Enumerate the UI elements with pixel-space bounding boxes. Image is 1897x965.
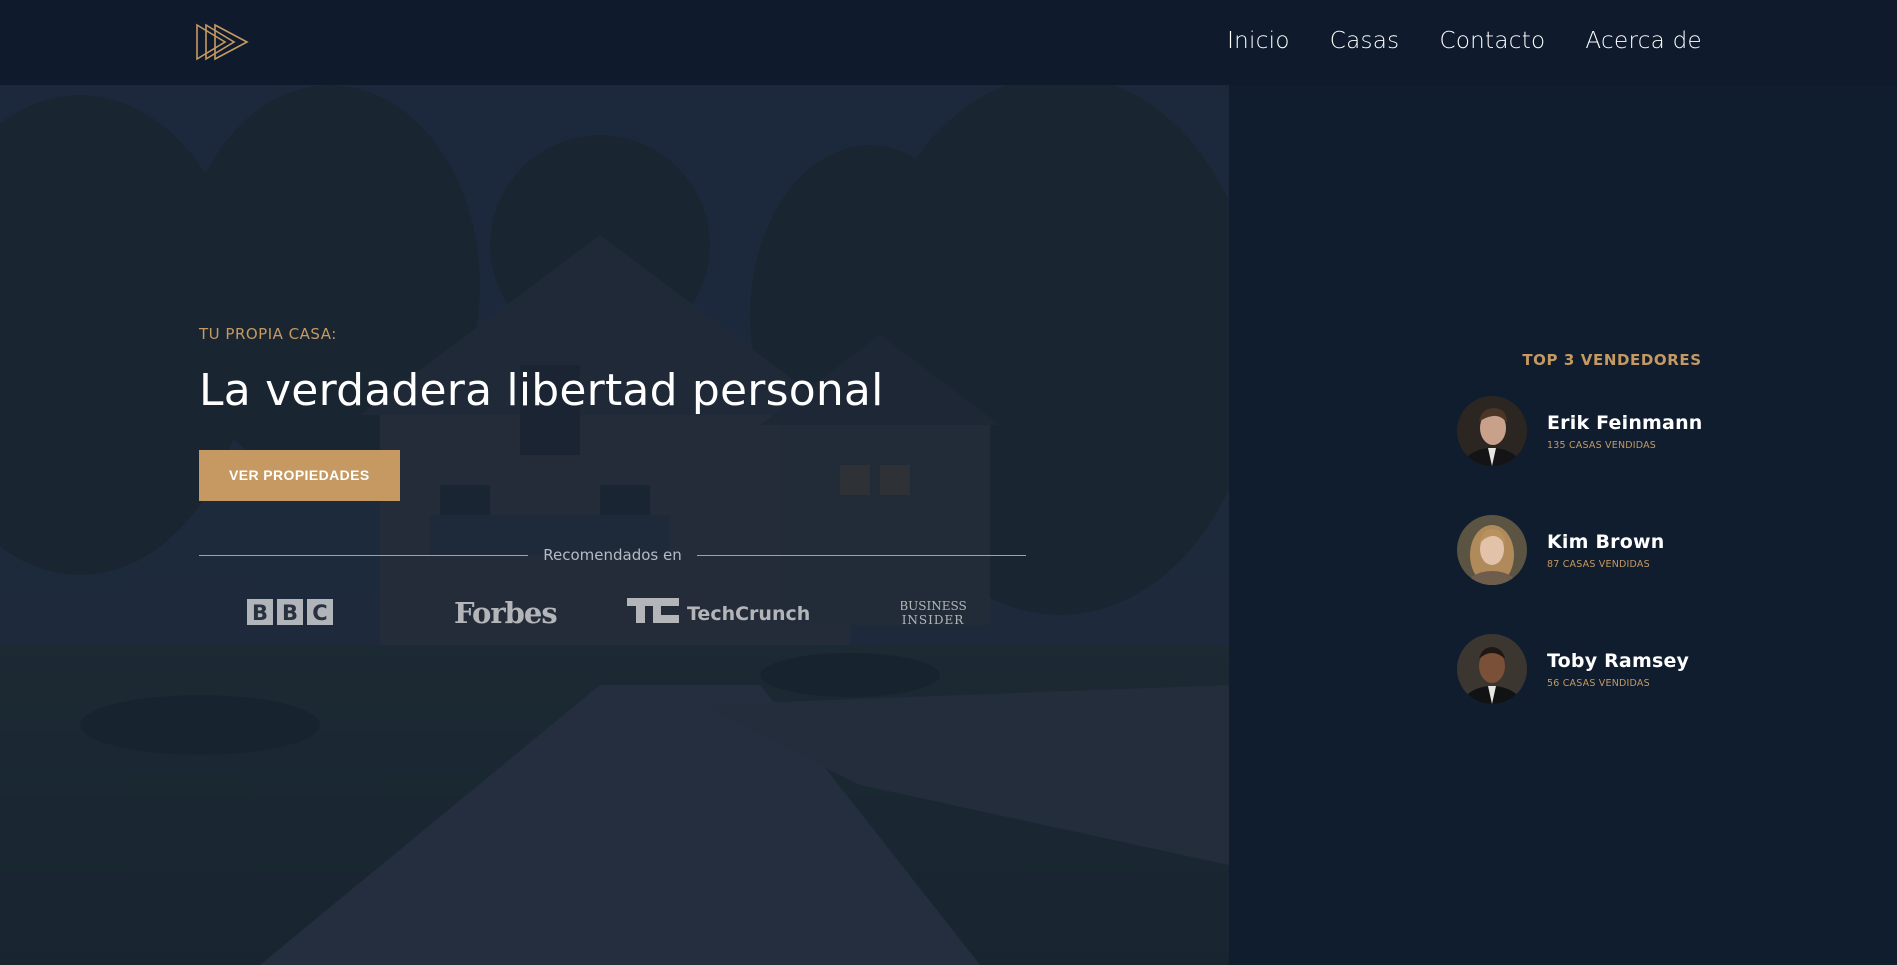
seller-info: Erik Feinmann 135 CASAS VENDIDAS bbox=[1547, 412, 1703, 451]
seller-avatar-kim bbox=[1457, 515, 1527, 585]
seller-sales: 135 CASAS VENDIDAS bbox=[1547, 439, 1657, 451]
recommended-label: Recomendados en bbox=[543, 546, 682, 564]
seller-card[interactable]: Toby Ramsey 56 CASAS VENDIDAS bbox=[1457, 633, 1757, 705]
bbc-logo-icon: B B C bbox=[247, 599, 333, 625]
svg-text:B: B bbox=[282, 601, 298, 625]
hero-content: TU PROPIA CASA: La verdadera libertad pe… bbox=[199, 325, 1029, 631]
hero-section: TU PROPIA CASA: La verdadera libertad pe… bbox=[0, 85, 1229, 965]
seller-info: Kim Brown 87 CASAS VENDIDAS bbox=[1547, 531, 1664, 570]
seller-avatar-erik bbox=[1457, 396, 1527, 466]
nav-link-casas[interactable]: Casas bbox=[1330, 28, 1400, 54]
seller-info: Toby Ramsey 56 CASAS VENDIDAS bbox=[1547, 650, 1689, 689]
top-navbar: Inicio Casas Contacto Acerca de bbox=[0, 0, 1897, 85]
hero-eyebrow: TU PROPIA CASA: bbox=[199, 325, 337, 343]
top-sellers-sidebar: TOP 3 VENDEDORES Erik Feinmann 135 CASAS… bbox=[1229, 85, 1897, 965]
seller-sales: 87 CASAS VENDIDAS bbox=[1547, 558, 1650, 570]
business-insider-logo-icon: BUSINESS INSIDER bbox=[901, 599, 967, 627]
techcrunch-logo-icon: TechCrunch bbox=[627, 598, 810, 625]
nav-link-contacto[interactable]: Contacto bbox=[1439, 28, 1545, 54]
forbes-logo-icon: Forbes bbox=[454, 596, 558, 630]
svg-text:INSIDER: INSIDER bbox=[902, 613, 965, 627]
recommended-divider: Recomendados en bbox=[199, 545, 1027, 565]
brand-logo-icon[interactable] bbox=[195, 22, 249, 62]
seller-card[interactable]: Erik Feinmann 135 CASAS VENDIDAS bbox=[1457, 395, 1757, 467]
seller-name: Kim Brown bbox=[1547, 530, 1665, 553]
divider-line-right bbox=[696, 554, 1027, 556]
svg-text:C: C bbox=[312, 601, 327, 625]
top-sellers-title: TOP 3 VENDEDORES bbox=[1522, 351, 1702, 369]
seller-avatar-toby bbox=[1457, 634, 1527, 704]
main-nav: Inicio Casas Contacto Acerca de bbox=[1227, 0, 1702, 82]
svg-text:Forbes: Forbes bbox=[454, 596, 557, 630]
seller-name: Erik Feinmann bbox=[1547, 411, 1703, 434]
svg-text:BUSINESS: BUSINESS bbox=[901, 599, 967, 613]
press-logos: B B C Forbes TechCrunch BUSINESS INSIDER bbox=[199, 591, 1026, 631]
seller-sales: 56 CASAS VENDIDAS bbox=[1547, 677, 1650, 689]
nav-link-inicio[interactable]: Inicio bbox=[1227, 28, 1290, 54]
seller-name: Toby Ramsey bbox=[1547, 649, 1690, 672]
svg-text:B: B bbox=[252, 601, 268, 625]
seller-card[interactable]: Kim Brown 87 CASAS VENDIDAS bbox=[1457, 514, 1757, 586]
view-properties-button[interactable]: VER PROPIEDADES bbox=[199, 450, 400, 501]
divider-line-left bbox=[199, 554, 529, 556]
svg-text:TechCrunch: TechCrunch bbox=[687, 603, 810, 625]
hero-headline: La verdadera libertad personal bbox=[199, 365, 884, 416]
nav-link-acerca-de[interactable]: Acerca de bbox=[1585, 28, 1702, 54]
